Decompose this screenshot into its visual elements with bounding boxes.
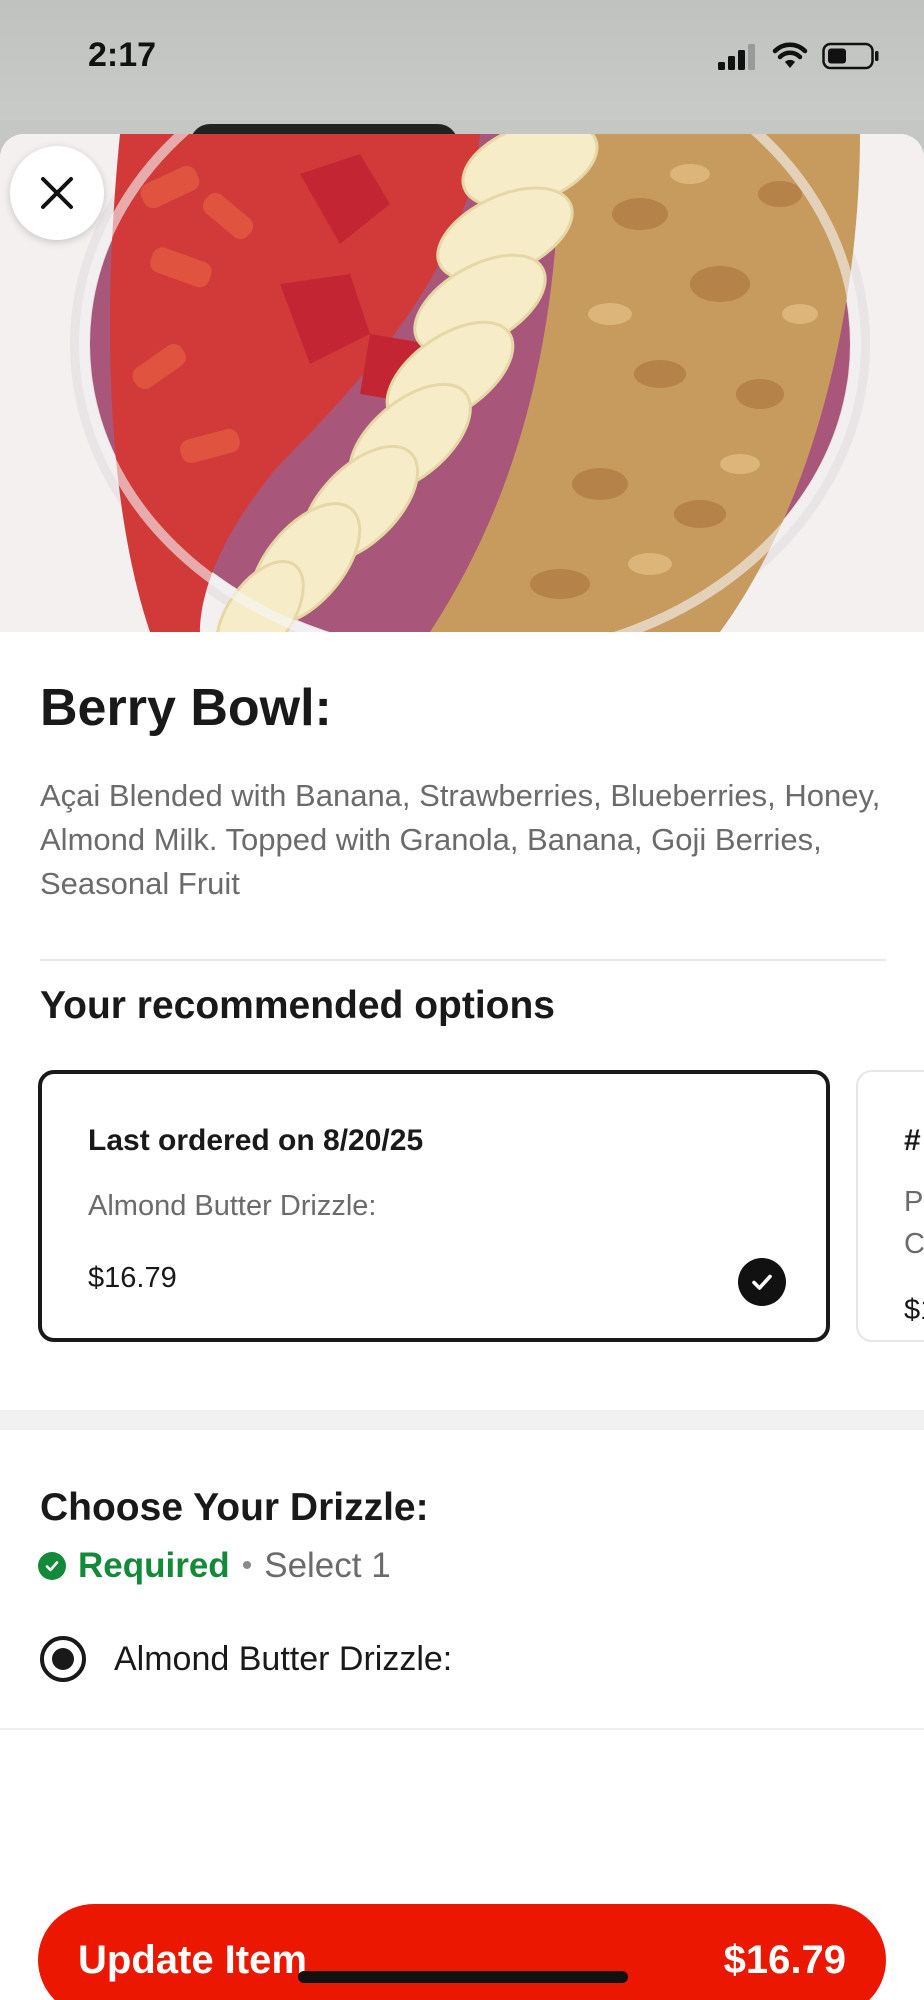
section-separator [0,1410,924,1430]
card-subtitle: P [904,1186,924,1218]
recommended-option-card[interactable]: Last ordered on 8/20/25 Almond Butter Dr… [38,1070,830,1342]
recommended-options-title: Your recommended options [40,984,555,1027]
divider [40,959,886,961]
wifi-icon [772,42,808,68]
footer-bar: Update Item $16.79 [0,1728,924,2000]
recommended-option-card[interactable]: # P C $1 [856,1070,924,1342]
card-title: # [904,1124,921,1157]
required-indicator: Required • Select 1 [38,1546,391,1586]
radio-button-selected[interactable] [40,1636,86,1682]
select-rule: Select 1 [264,1546,391,1585]
drizzle-section-title: Choose Your Drizzle: [40,1486,429,1529]
card-price: $1 [904,1294,924,1326]
separator-dot: • [241,1549,253,1582]
card-price: $16.79 [88,1262,177,1294]
signal-icon [718,44,755,70]
item-description: Açai Blended with Banana, Strawberries, … [40,778,881,901]
required-label: Required [78,1546,230,1585]
card-title: Last ordered on 8/20/25 [88,1124,424,1157]
radio-dot [52,1648,74,1670]
item-photo [0,134,924,632]
checkmark-icon [738,1258,786,1306]
update-item-price: $16.79 [723,1937,846,1982]
drizzle-option-label: Almond Butter Drizzle: [114,1639,453,1678]
check-circle-icon [38,1552,66,1580]
home-indicator[interactable] [298,1971,628,1983]
item-title: Berry Bowl: [40,679,332,737]
drizzle-option[interactable]: Almond Butter Drizzle: [40,1636,452,1682]
update-item-label: Update Item [78,1937,307,1982]
update-item-button[interactable]: Update Item $16.79 [38,1904,886,2000]
close-button[interactable] [10,146,104,240]
item-detail-sheet: Berry Bowl: Açai Blended with Banana, St… [0,134,924,2000]
close-icon [41,177,73,209]
status-time: 2:17 [88,36,157,74]
card-subtitle: C [904,1228,924,1260]
card-subtitle: Almond Butter Drizzle: [88,1190,377,1222]
battery-icon [822,42,879,70]
acai-bowl-image [0,134,924,632]
status-bar: 2:17 [0,0,924,120]
status-icons [718,42,880,70]
